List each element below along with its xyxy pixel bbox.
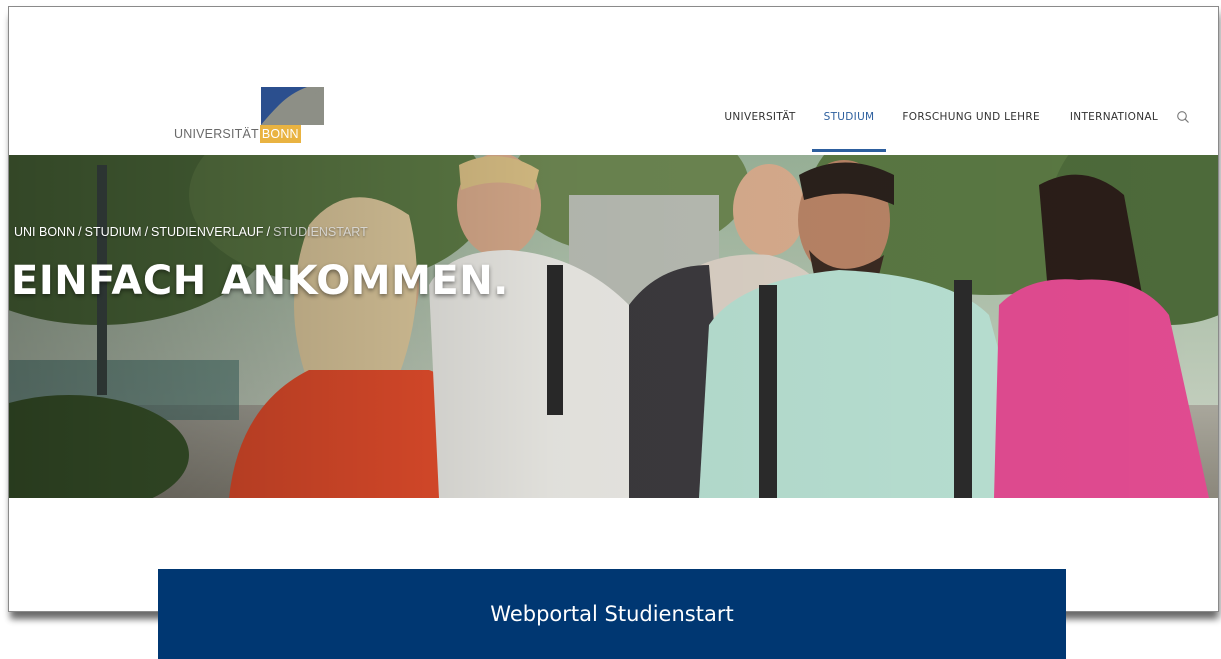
webportal-studienstart-button[interactable]: Webportal Studienstart	[158, 569, 1066, 659]
logo-highlight: BONN	[259, 125, 301, 143]
logo-mark	[261, 87, 324, 125]
logo-wordmark: UNIVERSITÄT BONN	[174, 125, 301, 143]
page-title: EINFACH ANKOMMEN.	[11, 258, 509, 304]
breadcrumb: UNI BONN / STUDIUM / STUDIENVERLAUF / STUDIENS…	[14, 225, 368, 239]
main-nav: UNIVERSITÄT STUDIUM FORSCHUNG UND LEHRE …	[724, 105, 1218, 152]
breadcrumb-separator: /	[144, 225, 149, 239]
site-header: UNIVERSITÄT BONN UNIVERSITÄT STUDIUM FORS…	[9, 7, 1218, 155]
hero-photo	[9, 155, 1218, 498]
breadcrumb-current: STUDIENSTART	[273, 225, 368, 239]
hero-banner: UNI BONN / STUDIUM / STUDIENVERLAUF / STUDIENS…	[9, 155, 1218, 498]
breadcrumb-item-studienverlauf[interactable]: STUDIENVERLAUF	[151, 225, 264, 239]
university-logo[interactable]: UNIVERSITÄT BONN	[174, 87, 324, 145]
breadcrumb-item-uni-bonn[interactable]: UNI BONN	[14, 225, 75, 239]
logo-text: UNIVERSITÄT	[174, 127, 259, 141]
nav-item-universitaet[interactable]: UNIVERSITÄT	[724, 111, 795, 123]
breadcrumb-separator: /	[266, 225, 271, 239]
search-icon[interactable]	[1176, 110, 1190, 124]
nav-item-international[interactable]: INTERNATIONAL	[1070, 111, 1158, 123]
breadcrumb-separator: /	[78, 225, 82, 239]
nav-item-studium[interactable]: STUDIUM	[811, 111, 887, 152]
page-frame: UNIVERSITÄT BONN UNIVERSITÄT STUDIUM FORS…	[8, 6, 1219, 612]
breadcrumb-item-studium[interactable]: STUDIUM	[85, 225, 142, 239]
nav-item-forschung-und-lehre[interactable]: FORSCHUNG UND LEHRE	[902, 111, 1039, 123]
